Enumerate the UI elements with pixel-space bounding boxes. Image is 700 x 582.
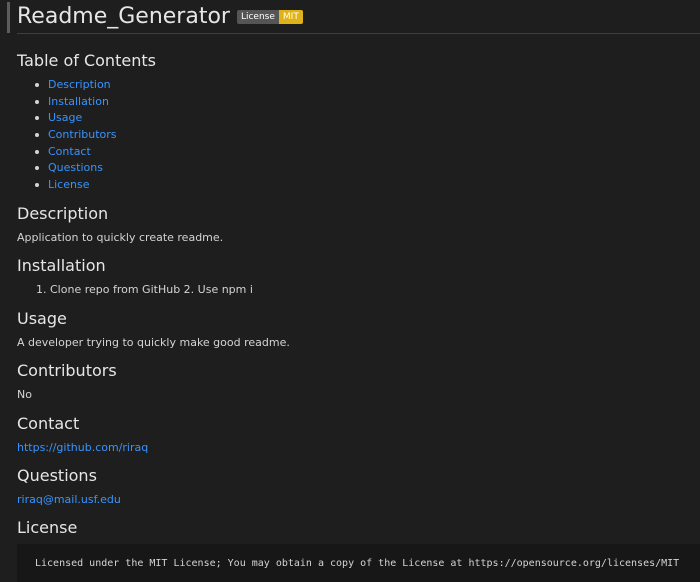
usage-heading: Usage (17, 309, 67, 328)
license-heading: License (17, 518, 78, 537)
toc-item-description[interactable]: Description (35, 77, 117, 94)
github-link[interactable]: https://github.com/riraq (17, 441, 148, 454)
toc-item-contributors[interactable]: Contributors (35, 127, 117, 144)
toc-list: Description Installation Usage Contribut… (17, 77, 117, 194)
description-text: Application to quickly create readme. (17, 231, 224, 244)
contact-paragraph: https://github.com/riraq (17, 441, 148, 454)
email-link[interactable]: riraq@mail.usf.edu (17, 493, 121, 506)
heading-accent-bar (7, 2, 10, 33)
installation-item-number: 1. (36, 283, 47, 296)
license-code-text: Licensed under the MIT License; You may … (35, 558, 680, 569)
installation-heading: Installation (17, 256, 106, 275)
license-badge[interactable]: License MIT (236, 9, 303, 24)
contributors-heading: Contributors (17, 361, 117, 380)
contributors-text: No (17, 388, 32, 401)
license-code-block: Licensed under the MIT License; You may … (17, 544, 700, 582)
toc-link-usage[interactable]: Usage (48, 111, 82, 124)
page-title: Readme_Generator (17, 4, 230, 29)
installation-item-text: Clone repo from GitHub 2. Use npm i (50, 283, 253, 296)
toc-item-usage[interactable]: Usage (35, 110, 117, 127)
toc-link-contributors[interactable]: Contributors (48, 128, 117, 141)
toc-item-questions[interactable]: Questions (35, 160, 117, 177)
toc-link-description[interactable]: Description (48, 78, 111, 91)
questions-paragraph: riraq@mail.usf.edu (17, 493, 121, 506)
description-heading: Description (17, 204, 109, 223)
toc-link-questions[interactable]: Questions (48, 161, 103, 174)
usage-text: A developer trying to quickly make good … (17, 336, 290, 349)
toc-item-contact[interactable]: Contact (35, 144, 117, 161)
contact-heading: Contact (17, 414, 80, 433)
license-badge-label: License (236, 9, 279, 24)
title-row: Readme_Generator License MIT (17, 0, 700, 34)
toc-link-license[interactable]: License (48, 178, 89, 191)
questions-heading: Questions (17, 466, 97, 485)
toc-item-license[interactable]: License (35, 177, 117, 194)
toc-link-installation[interactable]: Installation (48, 95, 109, 108)
license-badge-value: MIT (278, 9, 303, 24)
readme-preview: Readme_Generator License MIT Table of Co… (17, 0, 700, 582)
toc-item-installation[interactable]: Installation (35, 94, 117, 111)
installation-list-item: 1. Clone repo from GitHub 2. Use npm i (36, 283, 253, 296)
toc-link-contact[interactable]: Contact (48, 145, 91, 158)
toc-heading: Table of Contents (17, 51, 156, 70)
